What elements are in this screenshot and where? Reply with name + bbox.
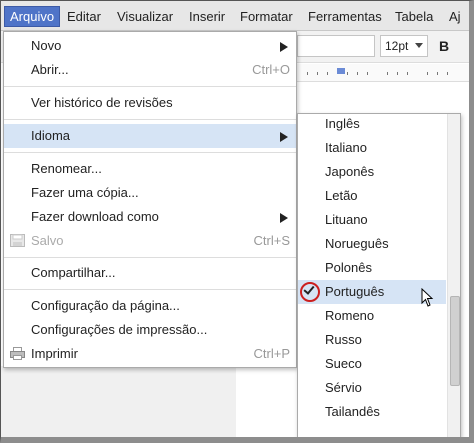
lang-item-ingles[interactable]: Inglês xyxy=(298,114,446,136)
menu-item-abrir[interactable]: Abrir... Ctrl+O xyxy=(4,58,296,82)
menu-separator xyxy=(4,289,296,290)
font-size-select[interactable]: 12pt xyxy=(380,35,428,57)
arquivo-menu: Novo Abrir... Ctrl+O Ver histórico de re… xyxy=(3,31,297,368)
submenu-scrollbar[interactable] xyxy=(447,114,460,437)
menu-item-label: Renomear... xyxy=(31,161,102,176)
menu-separator xyxy=(4,152,296,153)
printer-icon xyxy=(10,347,25,360)
menu-item-idioma[interactable]: Idioma xyxy=(4,124,296,148)
scroll-thumb[interactable] xyxy=(450,296,460,386)
menu-item-config-pagina[interactable]: Configuração da página... xyxy=(4,294,296,318)
menu-formatar[interactable]: Formatar xyxy=(235,6,298,27)
menu-item-imprimir[interactable]: Imprimir Ctrl+P xyxy=(4,342,296,366)
menu-item-salvo: Salvo Ctrl+S xyxy=(4,229,296,253)
menu-ferramentas[interactable]: Ferramentas xyxy=(303,6,387,27)
menu-item-label: Abrir... xyxy=(31,62,69,77)
lang-item-label: Português xyxy=(325,284,385,299)
menu-item-label: Imprimir xyxy=(31,346,78,361)
menu-arquivo[interactable]: Arquivo xyxy=(4,6,61,27)
menu-item-config-impressao[interactable]: Configurações de impressão... xyxy=(4,318,296,342)
menu-item-novo[interactable]: Novo xyxy=(4,34,296,58)
menu-item-compartilhar[interactable]: Compartilhar... xyxy=(4,261,296,285)
font-family-select[interactable] xyxy=(297,35,375,57)
lang-item-letao[interactable]: Letão xyxy=(298,184,446,208)
lang-item-polones[interactable]: Polonês xyxy=(298,256,446,280)
submenu-arrow-icon xyxy=(280,213,288,223)
menu-item-label: Idioma xyxy=(31,128,71,143)
lang-item-lituano[interactable]: Lituano xyxy=(298,208,446,232)
lang-item-japones[interactable]: Japonês xyxy=(298,160,446,184)
bold-button[interactable]: B xyxy=(432,35,456,57)
menu-item-label: Configurações de impressão... xyxy=(31,322,208,337)
lang-item-tailandes[interactable]: Tailandês xyxy=(298,400,446,424)
menu-item-label: Fazer download como xyxy=(31,209,159,224)
menu-item-download[interactable]: Fazer download como xyxy=(4,205,296,229)
indent-marker[interactable] xyxy=(337,68,345,74)
menu-item-label: Ver histórico de revisões xyxy=(31,95,173,110)
menu-item-label: Compartilhar... xyxy=(31,265,116,280)
menu-inserir[interactable]: Inserir xyxy=(184,6,230,27)
app-window: Arquivo Editar Visualizar Inserir Format… xyxy=(0,0,474,443)
menu-separator xyxy=(4,86,296,87)
chevron-down-icon xyxy=(415,43,423,48)
menu-item-renomear[interactable]: Renomear... xyxy=(4,157,296,181)
menu-item-label: Fazer uma cópia... xyxy=(31,185,139,200)
shortcut-label: Ctrl+S xyxy=(253,233,290,248)
menu-item-label: Novo xyxy=(31,38,62,53)
menu-ajuda[interactable]: Aj xyxy=(444,6,466,27)
menu-item-historico[interactable]: Ver histórico de revisões xyxy=(4,91,296,115)
lang-item-russo[interactable]: Russo xyxy=(298,328,446,352)
menu-item-label: Configuração da página... xyxy=(31,298,180,313)
menu-editar[interactable]: Editar xyxy=(62,6,106,27)
menu-separator xyxy=(4,119,296,120)
menubar: Arquivo Editar Visualizar Inserir Format… xyxy=(1,1,469,31)
mouse-cursor-icon xyxy=(421,288,434,307)
save-icon xyxy=(10,234,25,247)
submenu-arrow-icon xyxy=(280,42,288,52)
menu-item-copia[interactable]: Fazer uma cópia... xyxy=(4,181,296,205)
font-size-value: 12pt xyxy=(385,39,409,53)
idioma-submenu: Inglês Italiano Japonês Letão Lituano No… xyxy=(297,113,461,437)
menu-tabela[interactable]: Tabela xyxy=(390,6,438,27)
lang-item-servio[interactable]: Sérvio xyxy=(298,376,446,400)
lang-item-sueco[interactable]: Sueco xyxy=(298,352,446,376)
lang-item-noruegues[interactable]: Norueguês xyxy=(298,232,446,256)
submenu-arrow-icon xyxy=(280,132,288,142)
menu-visualizar[interactable]: Visualizar xyxy=(112,6,178,27)
shortcut-label: Ctrl+O xyxy=(252,62,290,77)
document-background xyxy=(1,366,236,437)
menu-item-label: Salvo xyxy=(31,233,64,248)
menu-separator xyxy=(4,257,296,258)
lang-item-italiano[interactable]: Italiano xyxy=(298,136,446,160)
ruler xyxy=(297,64,469,82)
shortcut-label: Ctrl+P xyxy=(253,346,290,361)
